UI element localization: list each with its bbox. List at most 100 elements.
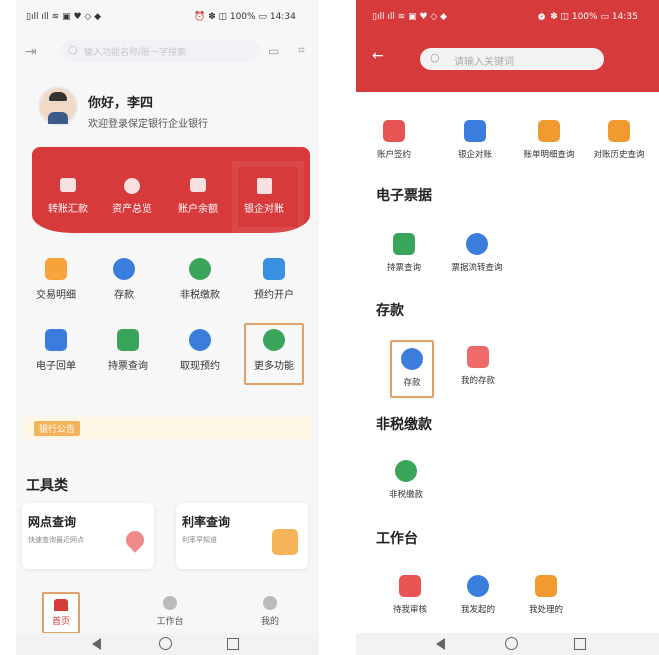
item-reconcile[interactable]: 银企对账 — [451, 120, 499, 160]
search-placeholder: 输入功能名称/账一字搜索 — [84, 48, 187, 58]
item-label: 银企对账 — [457, 150, 492, 160]
reconcile-button[interactable]: 银企对账 — [242, 178, 286, 215]
banner-label: 账户余额 — [178, 204, 218, 215]
status-time: 14:34 — [269, 12, 296, 22]
document-icon — [464, 120, 486, 142]
item-non-tax[interactable]: 非税缴款 — [382, 460, 430, 500]
item-label: 对账历史查询 — [593, 150, 645, 160]
rate-search-card[interactable]: 利率查询 利率早知道 — [176, 503, 308, 569]
welcome-text: 欢迎登录保定银行企业银行 — [88, 119, 208, 130]
more-functions-screen: ▯ıll ıll ≋ ▣ ♥ ◇ ◆ ⏰ ✽ ◫ 100% ▭ 14:35 ← … — [356, 0, 659, 655]
balance-button[interactable]: 账户余额 — [176, 178, 220, 215]
branch-search-card[interactable]: 网点查询 快速查询最近网点 — [22, 503, 154, 569]
item-reconcile-history[interactable]: 对账历史查询 — [586, 120, 652, 160]
yuan-coin-icon — [113, 258, 135, 280]
grid-item-withdraw[interactable]: 取现预约 — [176, 329, 224, 372]
users-icon — [467, 346, 489, 368]
grid-label: 预约开户 — [254, 290, 294, 301]
grid-item-transactions[interactable]: 交易明细 — [32, 258, 80, 301]
back-arrow-icon[interactable]: ← — [372, 48, 384, 64]
grid-item-receipt[interactable]: 电子回单 — [32, 329, 80, 372]
tab-label: 首页 — [51, 617, 70, 627]
card-title: 利率查询 — [182, 515, 231, 529]
home-circle-icon[interactable] — [505, 637, 518, 650]
section-title: 工具类 — [26, 478, 68, 494]
status-time: 14:35 — [611, 12, 638, 22]
tab-workbench[interactable]: 工作台 — [150, 596, 190, 627]
search-icon: ○ — [430, 51, 440, 64]
item-pending-review[interactable]: 待我审核 — [386, 575, 434, 615]
system-nav-bar — [356, 633, 659, 655]
workbench-icon — [163, 596, 177, 610]
item-label: 票据流转查询 — [451, 263, 503, 273]
card-desc: 快速查询最近网点 — [28, 536, 84, 544]
message-icon[interactable]: ▭ — [268, 44, 279, 58]
search-box[interactable]: ○ 输入功能名称/账一字搜索 — [60, 40, 260, 62]
search-input[interactable]: ○ 请输入关键词 — [420, 48, 604, 70]
statement-icon — [538, 120, 560, 142]
battery-level: 100% — [571, 12, 598, 22]
grid-label: 存款 — [114, 290, 134, 301]
recents-icon[interactable] — [227, 638, 239, 650]
calculator-icon — [272, 529, 298, 555]
alarm-icon: ⏰ ✽ ◫ — [536, 12, 569, 22]
item-bill-holding[interactable]: 持票查询 — [380, 233, 428, 273]
avatar[interactable] — [38, 86, 78, 126]
item-label: 账户签约 — [376, 150, 411, 160]
tab-home[interactable]: 首页 — [42, 592, 80, 634]
receipt-icon — [45, 329, 67, 351]
grid-item-open-account[interactable]: 预约开户 — [250, 258, 298, 301]
home-icon — [54, 599, 68, 611]
banner-label: 银企对账 — [244, 204, 284, 215]
item-label: 我处理的 — [528, 605, 563, 615]
transfer-button[interactable]: 转账汇款 — [46, 178, 90, 215]
grid-label: 取现预约 — [180, 361, 220, 372]
tab-mine[interactable]: 我的 — [252, 596, 288, 627]
item-statement-detail[interactable]: 账单明细查询 — [516, 120, 582, 160]
user-icon — [263, 596, 277, 610]
section-title-tax: 非税缴款 — [376, 417, 432, 433]
section-title-workbench: 工作台 — [376, 531, 418, 547]
scan-icon[interactable]: ⌗ — [298, 43, 305, 58]
grid-label: 电子回单 — [36, 361, 76, 372]
ticket-icon — [393, 233, 415, 255]
flow-icon — [466, 233, 488, 255]
back-icon[interactable] — [92, 638, 101, 650]
item-label: 我的存款 — [460, 376, 495, 386]
recents-icon[interactable] — [574, 638, 586, 650]
list-icon — [45, 258, 67, 280]
search-icon: ○ — [68, 43, 78, 56]
item-label: 待我审核 — [392, 605, 427, 615]
logout-icon[interactable]: ⇥ — [25, 44, 37, 60]
grid-item-tax[interactable]: 非税缴款 — [176, 258, 224, 301]
search-placeholder: 请输入关键词 — [454, 57, 514, 68]
notice-label: 银行公告 — [34, 421, 81, 436]
item-label: 持票查询 — [386, 263, 421, 273]
back-icon[interactable] — [436, 638, 445, 650]
grid-label: 交易明细 — [36, 290, 76, 301]
system-nav-bar — [16, 633, 319, 655]
grid-item-deposit[interactable]: 存款 — [104, 258, 144, 301]
grid-label: 更多功能 — [254, 361, 294, 372]
grid-label: 持票查询 — [108, 361, 148, 372]
location-pin-icon — [122, 527, 148, 553]
assets-button[interactable]: 资产总览 — [110, 178, 154, 215]
item-account-sign[interactable]: 账户签约 — [370, 120, 418, 160]
notice-bar[interactable]: 银行公告 — [22, 417, 312, 439]
item-my-deposit[interactable]: 我的存款 — [454, 346, 502, 386]
grid-item-more[interactable]: 更多功能 — [244, 323, 304, 385]
item-handled[interactable]: 我处理的 — [522, 575, 570, 615]
pie-chart-icon — [124, 178, 140, 194]
item-bill-flow[interactable]: 票据流转查询 — [444, 233, 510, 273]
home-circle-icon[interactable] — [159, 637, 172, 650]
battery-level: 100% — [229, 12, 256, 22]
more-icon — [263, 329, 285, 351]
status-right: ⏰ ✽ ◫ 100% ▭ 14:34 — [194, 12, 296, 22]
item-initiated[interactable]: 我发起的 — [454, 575, 502, 615]
grid-label: 非税缴款 — [180, 290, 220, 301]
send-icon — [467, 575, 489, 597]
document-icon — [256, 178, 272, 194]
banner-label: 资产总览 — [112, 204, 152, 215]
item-deposit[interactable]: 存款 — [390, 340, 434, 398]
grid-item-bills[interactable]: 持票查询 — [104, 329, 152, 372]
